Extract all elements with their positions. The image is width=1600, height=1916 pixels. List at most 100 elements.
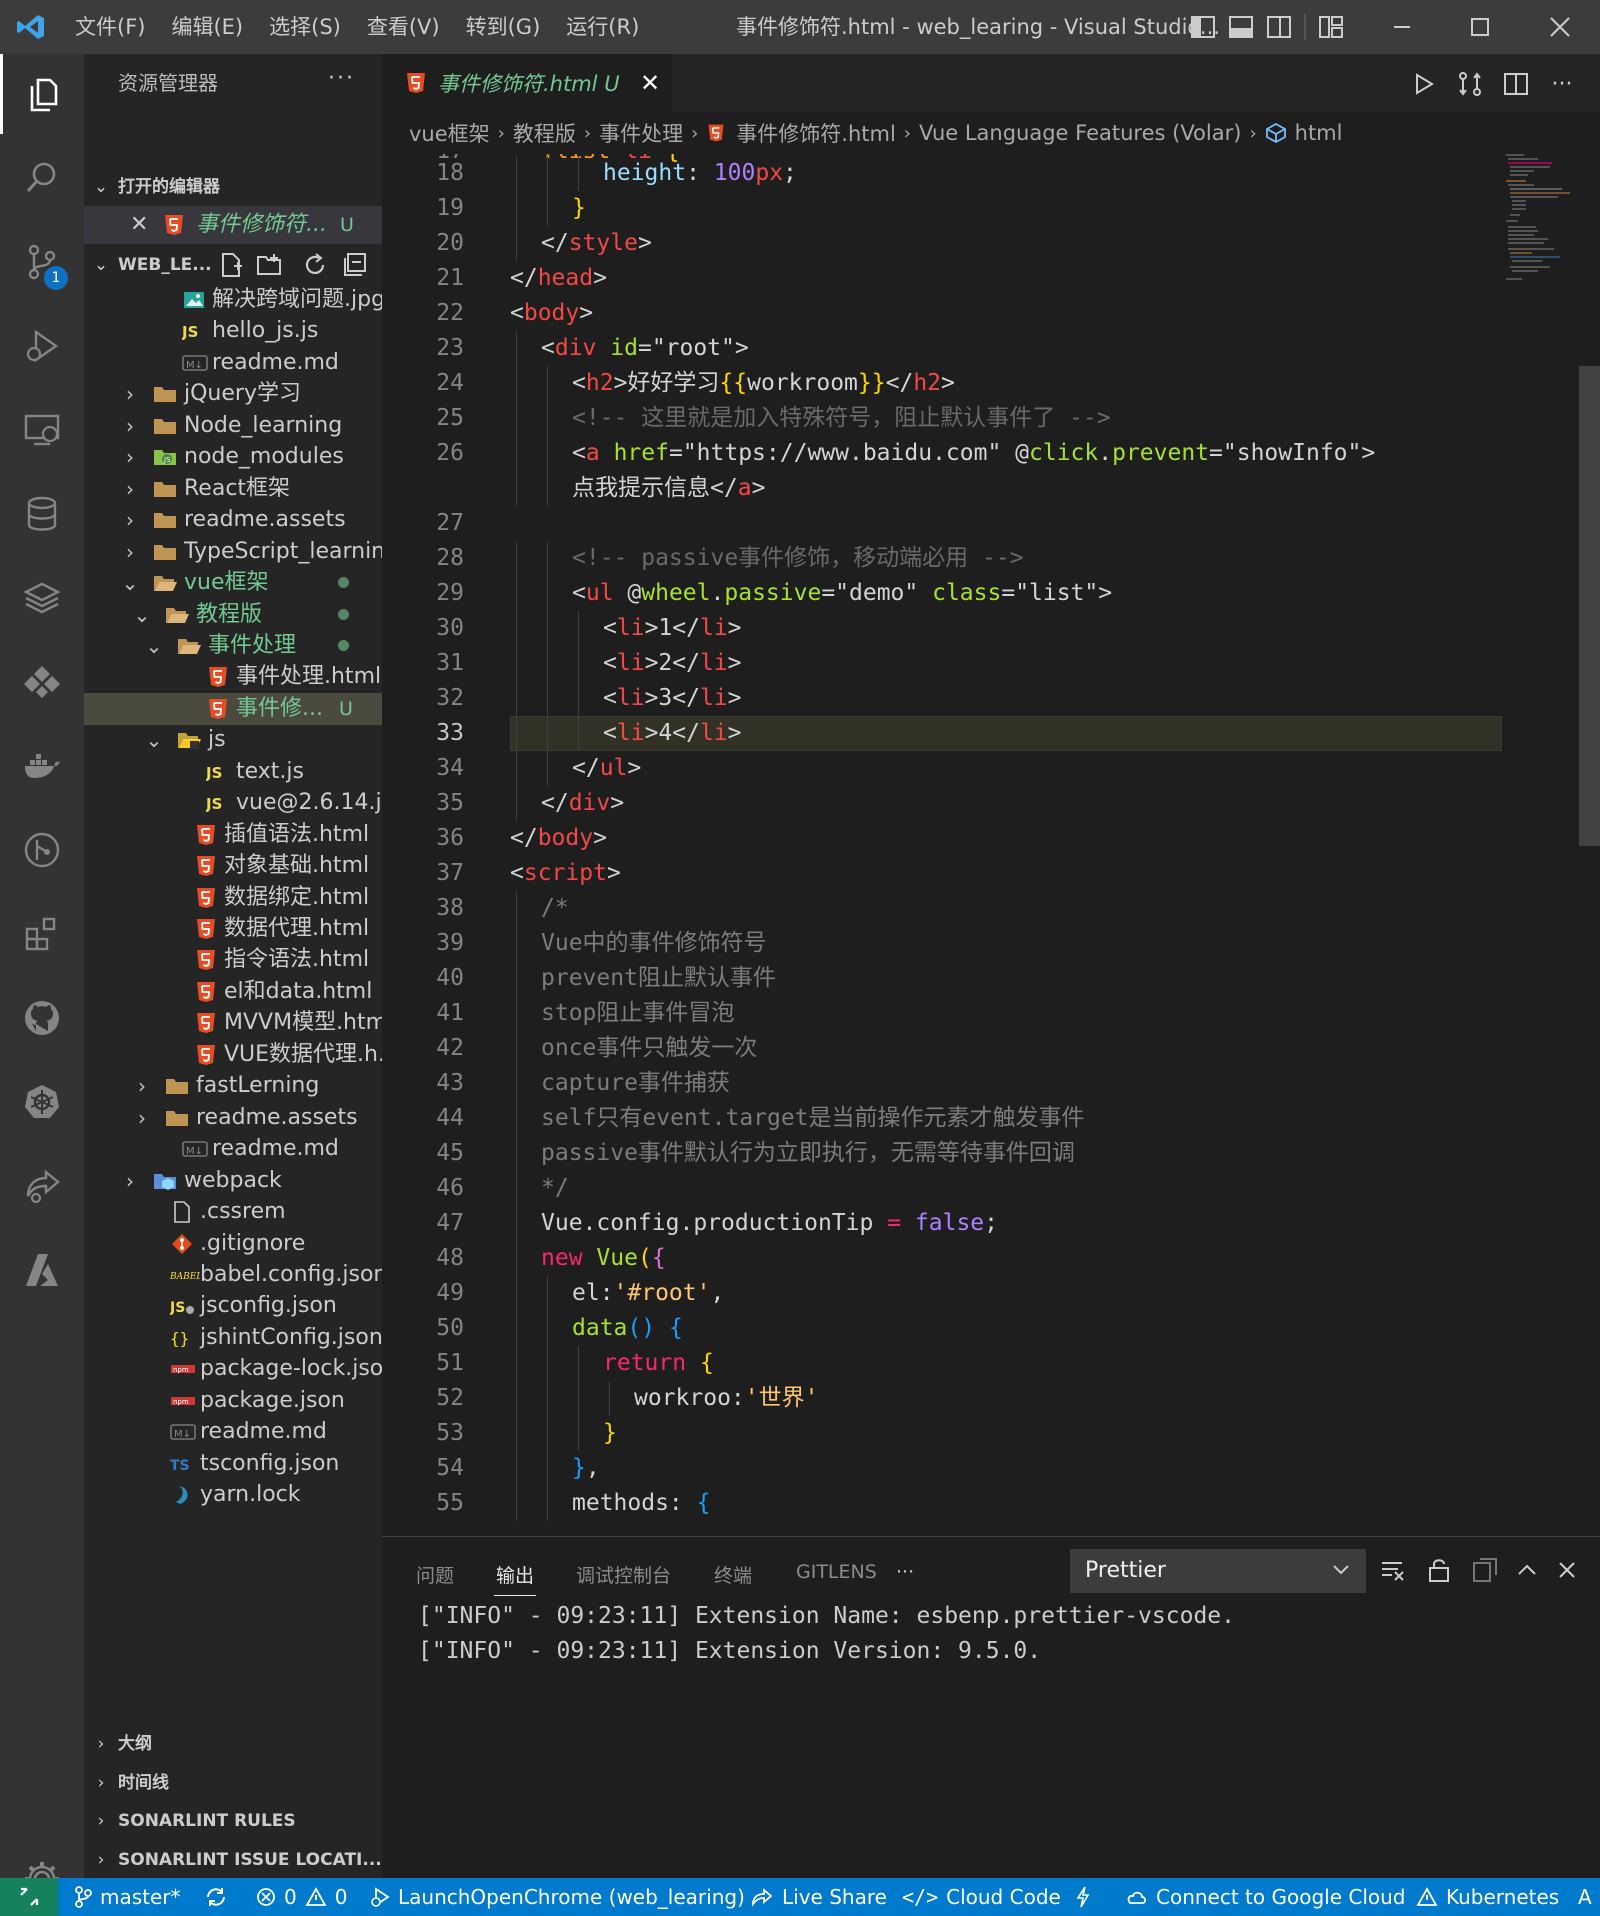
output-channel-select[interactable]: Prettier: [1070, 1549, 1366, 1593]
problems-status[interactable]: 0 0: [256, 1878, 347, 1916]
menu-run[interactable]: 运行(R): [553, 0, 652, 54]
file-tree-item[interactable]: 指令语法.html: [84, 944, 382, 976]
file-tree-item[interactable]: 插值语法.html: [84, 819, 382, 851]
file-tree-item[interactable]: JS hello_js.js: [84, 315, 382, 347]
chevron-right-icon[interactable]: ›: [132, 1102, 152, 1134]
tab-problems[interactable]: 问题: [416, 1561, 454, 1588]
file-tree-item[interactable]: › JS node_modules: [84, 441, 382, 473]
tab-debug-console[interactable]: 调试控制台: [576, 1561, 671, 1588]
editor-scrollbar[interactable]: [1579, 366, 1600, 846]
chevron-right-icon[interactable]: ›: [120, 536, 140, 568]
database-icon[interactable]: [0, 474, 84, 554]
open-in-editor-icon[interactable]: [1470, 1555, 1500, 1585]
sidebar-section-header[interactable]: › 大纲: [84, 1726, 382, 1762]
toggle-sidebar-icon[interactable]: [1190, 15, 1216, 39]
minimize-icon[interactable]: [1362, 0, 1442, 54]
chevron-right-icon[interactable]: ›: [120, 1165, 140, 1197]
file-tree-item[interactable]: › readme.assets: [84, 1102, 382, 1134]
chevron-down-icon[interactable]: ⌄: [120, 567, 140, 599]
file-tree-item[interactable]: 数据绑定.html: [84, 882, 382, 914]
file-tree-item[interactable]: 对象基础.html: [84, 850, 382, 882]
file-tree-item[interactable]: el和data.html: [84, 976, 382, 1008]
google-cloud-status[interactable]: Connect to Google Cloud: [1124, 1878, 1406, 1916]
breadcrumb-item[interactable]: vue框架: [409, 118, 490, 148]
file-tree-item[interactable]: TS tsconfig.json: [84, 1448, 382, 1480]
file-tree-item[interactable]: yarn.lock: [84, 1479, 382, 1511]
file-tree-item[interactable]: › readme.assets: [84, 504, 382, 536]
file-tree-item[interactable]: JS vue@2.6.14.js: [84, 787, 382, 819]
tab-output[interactable]: 输出: [493, 1561, 537, 1596]
file-tree-item[interactable]: › jQuery学习: [84, 378, 382, 410]
run-debug-icon[interactable]: [0, 306, 84, 386]
menu-edit[interactable]: 编辑(E): [158, 0, 256, 54]
file-tree-item[interactable]: BABEL babel.config.json: [84, 1259, 382, 1291]
chevron-right-icon[interactable]: ›: [120, 441, 140, 473]
maximize-icon[interactable]: [1440, 0, 1520, 54]
file-tree-item[interactable]: .cssrem: [84, 1196, 382, 1228]
file-tree-item[interactable]: › TypeScript_learning: [84, 536, 382, 568]
file-tree-item[interactable]: .gitignore: [84, 1228, 382, 1260]
menu-selection[interactable]: 选择(S): [256, 0, 354, 54]
toggle-secondary-sidebar-icon[interactable]: [1266, 15, 1292, 39]
file-tree-item[interactable]: {} jshintConfig.json: [84, 1322, 382, 1354]
code-editor[interactable]: 17.list li {18height: 100px;19}20</style…: [382, 154, 1600, 1536]
file-tree-item[interactable]: 事件修... U: [84, 692, 382, 725]
search-icon[interactable]: [0, 138, 84, 218]
lightning-icon[interactable]: [1074, 1878, 1092, 1916]
docker-icon[interactable]: [0, 726, 84, 806]
sidebar-section-header[interactable]: › SONARLINT RULES: [84, 1803, 382, 1839]
tab-active-file[interactable]: 事件修饰符.html U ✕: [382, 54, 672, 112]
azure-icon[interactable]: [0, 1230, 84, 1310]
file-tree-item[interactable]: › React框架: [84, 473, 382, 505]
compare-changes-icon[interactable]: [1454, 68, 1486, 100]
new-folder-icon[interactable]: [256, 252, 284, 278]
editor-more-icon[interactable]: ···: [1546, 68, 1578, 100]
breadcrumb-item[interactable]: html: [1295, 121, 1343, 145]
github-icon[interactable]: [0, 978, 84, 1058]
menu-view[interactable]: 查看(V): [354, 0, 453, 54]
chevron-right-icon[interactable]: ›: [120, 410, 140, 442]
status-overflow[interactable]: A: [1578, 1878, 1592, 1916]
run-icon[interactable]: [1408, 68, 1440, 100]
lock-scroll-icon[interactable]: [1424, 1555, 1454, 1585]
breadcrumb-item[interactable]: Vue Language Features (Volar): [919, 121, 1241, 145]
chevron-down-icon[interactable]: ⌄: [132, 599, 152, 631]
extensions-icon[interactable]: [0, 894, 84, 974]
toggle-panel-icon[interactable]: [1228, 15, 1254, 39]
file-tree-item[interactable]: ⌄ 事件处理: [84, 630, 382, 662]
chevron-right-icon[interactable]: ›: [120, 504, 140, 536]
file-tree-item[interactable]: npm package-lock.json: [84, 1353, 382, 1385]
menu-file[interactable]: 文件(F): [62, 0, 158, 54]
chevron-right-icon[interactable]: ›: [120, 378, 140, 410]
menu-go[interactable]: 转到(G): [453, 0, 554, 54]
close-editor-icon[interactable]: ✕: [130, 206, 148, 244]
chevron-down-icon[interactable]: ⌄: [144, 724, 164, 756]
breadcrumb-item[interactable]: 事件处理: [599, 118, 683, 148]
kubernetes-status[interactable]: Kubernetes: [1416, 1878, 1559, 1916]
live-share-icon[interactable]: [0, 1146, 84, 1226]
file-tree-item[interactable]: ⌄ js: [84, 724, 382, 756]
tab-close-icon[interactable]: ✕: [640, 69, 660, 97]
source-control-icon[interactable]: 1: [0, 222, 84, 302]
kubernetes-icon[interactable]: [0, 1062, 84, 1142]
file-tree-item[interactable]: M↓ readme.md: [84, 1133, 382, 1165]
remote-explorer-icon[interactable]: [0, 390, 84, 470]
file-tree-item[interactable]: 事件处理.html: [84, 661, 382, 693]
explorer-icon[interactable]: [0, 54, 84, 134]
sync-icon[interactable]: [204, 1878, 228, 1916]
sidebar-section-header[interactable]: › SONARLINT ISSUE LOCATI...: [84, 1842, 382, 1878]
close-panel-icon[interactable]: [1552, 1555, 1582, 1585]
live-share-status[interactable]: Live Share: [750, 1878, 887, 1916]
refresh-icon[interactable]: [302, 252, 328, 278]
file-tree-item[interactable]: npm package.json: [84, 1385, 382, 1417]
chevron-right-icon[interactable]: ›: [120, 473, 140, 505]
file-tree-item[interactable]: › Node_learning: [84, 410, 382, 442]
file-tree-item[interactable]: 解决跨域问题.jpg: [84, 284, 382, 316]
maximize-panel-icon[interactable]: [1512, 1555, 1542, 1585]
breadcrumb-item[interactable]: 教程版: [513, 118, 576, 148]
file-tree-item[interactable]: ⌄ 教程版: [84, 599, 382, 631]
workspace-header[interactable]: ⌄ WEB_LE...: [84, 246, 382, 284]
more-actions-icon[interactable]: ···: [328, 66, 355, 91]
chevron-right-icon[interactable]: ›: [132, 1070, 152, 1102]
open-editor-item[interactable]: ✕ 事件修饰符... U: [84, 206, 382, 244]
